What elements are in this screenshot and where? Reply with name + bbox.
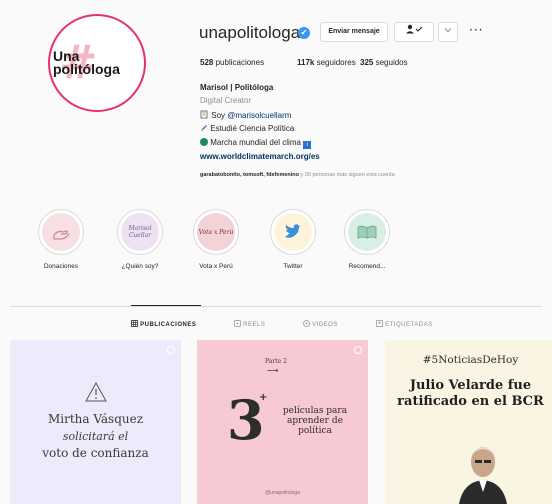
highlight-label: Donaciones <box>43 263 79 270</box>
book-icon <box>348 213 386 251</box>
grid-icon <box>131 320 138 327</box>
avatar-logo: # Una politóloga <box>53 19 141 107</box>
warning-icon <box>85 382 107 402</box>
highlight-label: Twitter <box>283 263 303 270</box>
bio-category: Digital Creator <box>200 96 252 105</box>
bio-name: Marisol | Politóloga <box>200 83 274 92</box>
stat-following[interactable]: 325 seguidos <box>360 58 408 67</box>
person-check-icon <box>406 24 423 34</box>
stat-posts: 528 publicaciones <box>200 58 265 67</box>
active-tab-indicator <box>131 305 201 306</box>
send-message-button[interactable]: Enviar mensaje <box>320 22 388 42</box>
info-icon: i <box>303 141 312 149</box>
post-bottomline: voto de confianza <box>42 446 149 460</box>
highlight-twitter[interactable]: Twitter <box>263 209 323 270</box>
tab-publicaciones[interactable]: PUBLICACIONES <box>131 320 196 328</box>
bio-line-study: Estudié Ciencia Política <box>200 124 294 133</box>
post-plus: + <box>259 392 268 403</box>
suggested-dropdown-button[interactable] <box>438 22 458 42</box>
highlight-cover: Vota x Perú <box>197 213 235 251</box>
highlight-vota-x-peru[interactable]: Vota x Perú Vota x Perú <box>186 209 246 270</box>
post-part-label: Parte 2 <box>265 358 287 365</box>
bio-line-soy: Soy @marisolcuellarm <box>200 110 291 120</box>
globe-icon <box>200 138 208 146</box>
memo-icon <box>200 110 209 119</box>
person-portrait-image <box>459 447 507 504</box>
post-footer-handle: @unapolitologa <box>265 490 300 496</box>
tab-etiquetadas[interactable]: ETIQUETADAS <box>376 320 433 328</box>
post-headline: Mirtha Vásquez <box>47 412 144 426</box>
hand-heart-icon <box>42 213 80 251</box>
highlight-recomendaciones[interactable]: Recomend... <box>337 209 397 270</box>
tab-videos[interactable]: VIDEOS <box>303 320 338 328</box>
highlight-cover: Marisol Cuellar <box>121 213 159 251</box>
highlight-quien-soy[interactable]: Marisol Cuellar ¿Quién soy? <box>110 209 170 270</box>
highlight-donaciones[interactable]: Donaciones <box>31 209 91 270</box>
pencil-icon <box>201 125 207 131</box>
twitter-bird-icon <box>274 213 312 251</box>
reels-icon <box>234 320 241 327</box>
post-hashtag: #5NoticiasDeHoy <box>422 354 519 366</box>
bio-website-link[interactable]: www.worldclimatemarch.org/es <box>200 152 320 161</box>
bio-mention-link[interactable]: @marisolcuellarm <box>227 111 291 120</box>
arrow-right-icon: ⟶ <box>267 366 279 375</box>
verified-badge-icon: ✔ <box>298 27 310 39</box>
tabs-divider <box>10 306 542 307</box>
profile-avatar[interactable]: # Una politóloga <box>48 14 146 112</box>
post-headline: Julio Velarde fue ratificado en el BCR <box>397 378 544 409</box>
post-headline: películas para aprender de política <box>282 406 348 436</box>
followed-by[interactable]: garabatobonito, tomsoft, fdefemenino y 3… <box>200 172 395 178</box>
more-dots-icon[interactable]: ··· <box>469 23 483 37</box>
post-subline: solicitará el <box>62 430 129 443</box>
highlight-label: Vota x Perú <box>199 263 233 270</box>
carousel-icon <box>167 346 175 354</box>
tag-person-icon <box>376 320 383 327</box>
post-thumbnail[interactable]: Parte 2 ⟶ 3 + películas para aprender de… <box>197 340 368 504</box>
bio-line-march: Marcha mundial del clima i <box>200 138 312 149</box>
profile-username: unapolitologa <box>199 23 301 42</box>
video-icon <box>303 320 310 327</box>
following-button[interactable] <box>394 22 434 42</box>
post-thumbnail[interactable]: Mirtha Vásquez solicitará el voto de con… <box>10 340 181 504</box>
highlight-label: ¿Quién soy? <box>121 263 159 270</box>
stat-followers[interactable]: 117k seguidores <box>297 58 356 67</box>
highlight-label: Recomend... <box>348 263 386 270</box>
chevron-down-icon <box>444 28 452 33</box>
avatar-logo-text: Una politóloga <box>53 48 120 77</box>
post-thumbnail[interactable]: #5NoticiasDeHoy Julio Velarde fue ratifi… <box>385 340 552 504</box>
carousel-icon <box>354 346 362 354</box>
tab-reels[interactable]: REELS <box>234 320 265 328</box>
